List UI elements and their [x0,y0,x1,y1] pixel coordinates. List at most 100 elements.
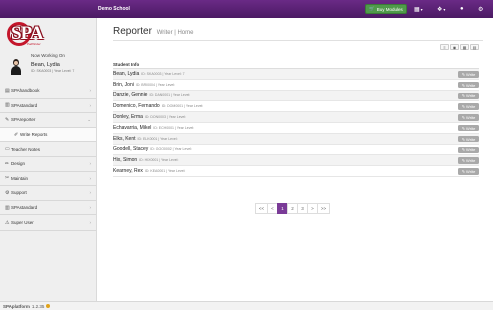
sidebar-item-spareporter[interactable]: ✎ SPAreporter ⌄ [0,113,96,128]
chevron-right-icon: › [89,205,92,211]
write-button[interactable]: ✎ Write [458,92,479,100]
student-meta: ID: BRI0004 | Year Level: [135,82,176,87]
list-icon: ≡ [443,44,446,50]
table-row[interactable]: Goodell, Stacey ID: GOO0002 | Year Level:… [113,145,479,156]
student-meta: ID: HIX0001 | Year Level: [139,158,179,163]
write-label: Write [466,114,476,120]
sidebar-item-support[interactable]: ⚙ Support › [0,186,96,201]
write-button[interactable]: ✎ Write [458,103,479,110]
page-subtitle: Writer | Home [156,30,194,36]
sidebar-item-spastandard[interactable]: ▥ SPAstandard › [0,99,96,114]
write-button[interactable]: ✎ Write [458,157,479,164]
student-meta: ID: DOM0001 | Year Level: [161,104,204,109]
pencil-icon: ✎ [461,82,466,88]
write-button[interactable]: ✎ Write [458,71,479,78]
student-meta: ID: ECH0001 | Year Level: [153,125,195,130]
sidebar-item-maintain[interactable]: ✂ Maintain › [0,172,96,187]
pencil-icon: ✎ [461,147,466,153]
sidebar-item-label: SPAhandbook [11,88,40,94]
cart-icon: 🛒 [369,6,375,11]
pencil-icon: ✎ [461,93,466,99]
write-label: Write [466,71,476,77]
user-menu[interactable]: ● [460,4,464,14]
table-row[interactable]: Brin, Joni ID: BRI0004 | Year Level: ✎ Writ… [113,80,479,91]
grid-menu[interactable]: ▦ ▾ [414,4,423,14]
print-button[interactable]: ▤ [470,44,479,50]
table-row[interactable]: Domenico, Fernando ID: DOM0001 | Year Lev… [113,101,479,113]
student-name[interactable]: Brin, Joni [113,82,134,88]
sidebar-nav: ▤ SPAhandbook › ▥ SPAstandard › ✎ SPArep… [0,84,96,232]
list-view-button[interactable]: ≡ [440,44,449,50]
gear-icon: ⚙ [478,6,484,13]
sidebar-item-spastandard-2[interactable]: ▥ SPAstandard › [0,201,96,216]
page-link[interactable]: >> [317,203,330,214]
pencil-icon: ✎ [461,158,466,164]
sidebar-item-super-user[interactable]: ⚠ Super User › [0,215,96,232]
table-row[interactable]: Danzie, Gennie ID: DAN0001 | Year Level: ✎… [113,90,479,102]
student-name[interactable]: Kearney, Rex [113,168,143,174]
student-name[interactable]: Elks, Kent [113,136,136,142]
write-button[interactable]: ✎ Write [458,135,479,143]
student-name[interactable]: Bean, Lydia [113,71,139,77]
sidebar-item-write-reports[interactable]: ✐ Write Reports [0,127,96,143]
grid-view-button[interactable]: ▦ [460,44,469,50]
settings-menu[interactable]: ⚙ [478,4,483,14]
sidebar-item-label: SPAstandard [11,102,38,108]
modules-menu[interactable]: ❖ ▾ [437,4,445,14]
student-name[interactable]: Echavarria, Mikel [113,125,151,131]
sidebar: SPA Pathfinder Now Working On Bean, Lydi… [0,18,97,301]
student-meta: ID: DON0003 | Year Level: [144,115,187,120]
student-name[interactable]: Donley, Erma [113,114,143,120]
student-name[interactable]: Hix, Simon [113,157,137,163]
grid-icon: ▦ [462,44,467,50]
title-divider [113,40,483,41]
table-row[interactable]: Echavarria, Mikel ID: ECH0001 | Year Leve… [113,123,479,134]
write-button[interactable]: ✎ Write [458,146,479,154]
write-button[interactable]: ✎ Write [458,81,479,89]
current-student-id: ID: SKA0003 | Year Level: 7 [31,69,75,73]
current-student-name[interactable]: Bean, Lydia [31,62,60,68]
write-label: Write [466,93,476,99]
chevron-right-icon: › [89,220,92,226]
chevron-right-icon: › [89,190,92,196]
write-button[interactable]: ✎ Write [458,114,479,121]
spa-logo[interactable]: SPA Pathfinder [5,22,51,54]
write-label: Write [466,158,476,164]
buy-modules-button[interactable]: 🛒 Buy Modules [365,4,407,14]
page-title: Reporter Writer | Home [113,26,193,37]
write-button[interactable]: ✎ Write [458,168,479,175]
table-row[interactable]: Donley, Erma ID: DON0003 | Year Level: ✎ Wr… [113,112,479,123]
sidebar-item-teacher-notes[interactable]: ▭ Teacher Notes [0,142,96,157]
status-icon [46,304,51,308]
pencil-icon: ✎ [461,71,466,77]
write-button[interactable]: ✎ Write [458,124,479,132]
sidebar-item-label: SPAstandard [11,205,38,211]
write-label: Write [466,168,476,174]
write-label: Write [466,104,476,110]
puzzle-icon: ❖ [437,6,443,13]
chevron-down-icon: ⌄ [87,116,91,122]
table-row[interactable]: Hix, Simon ID: HIX0001 | Year Level: ✎ Writ… [113,155,479,167]
sidebar-item-spahandbook[interactable]: ▤ SPAhandbook › [0,84,96,99]
chevron-right-icon: › [89,175,92,181]
table-row[interactable]: Elks, Kent ID: ELK0001 | Year Level: ✎ Writ… [113,133,479,145]
student-avatar [11,59,21,75]
table-row[interactable]: Bean, Lydia ID: SKA0003 | Year Level: 7 ✎ W… [113,69,479,80]
eye-view-button[interactable]: ◉ [450,44,459,50]
sidebar-item-design[interactable]: ✏ Design › [0,157,96,172]
write-label: Write [466,125,476,131]
pencil-icon: ✎ [461,104,466,110]
working-on-label: Now Working On [31,53,65,58]
sidebar-item-label: Write Reports [20,132,48,138]
student-name[interactable]: Goodell, Stacey [113,146,148,152]
sidebar-item-label: Teacher Notes [11,146,41,152]
school-name: Demo School [98,6,130,12]
footer-brand: SPAplatform [3,303,30,309]
student-name[interactable]: Danzie, Gennie [113,92,147,98]
table-row[interactable]: Kearney, Rex ID: KEA0001 | Year Level: ✎ Wr… [113,166,479,177]
logo-subtext: Pathfinder [27,42,41,46]
top-bar: Demo School 🛒 Buy Modules ▦ ▾ ❖ ▾ ● ⚙ [0,0,493,18]
pencil-icon: ✎ [461,125,466,131]
student-meta: ID: DAN0001 | Year Level: [149,93,191,98]
student-name[interactable]: Domenico, Fernando [113,103,160,109]
